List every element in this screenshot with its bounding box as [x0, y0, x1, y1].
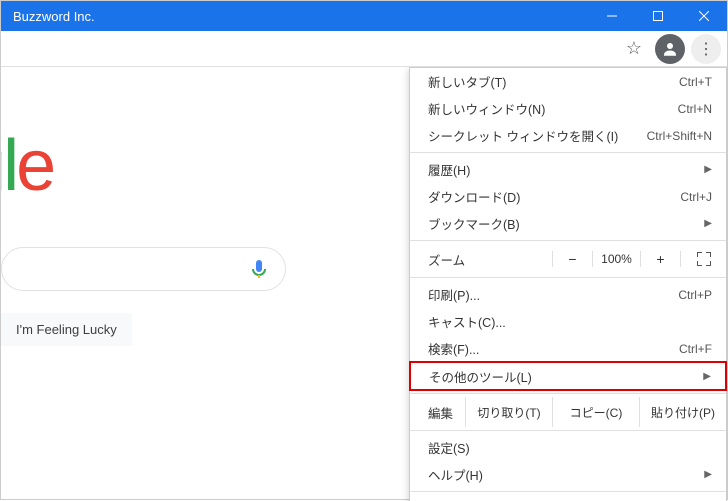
menu-item-bookmarks[interactable]: ブックマーク(B)▶: [410, 210, 726, 237]
menu-item-settings[interactable]: 設定(S): [410, 434, 726, 461]
menu-separator: [410, 240, 726, 241]
chevron-right-icon: ▶: [703, 371, 711, 382]
menu-item-incognito[interactable]: シークレット ウィンドウを開く(I)Ctrl+Shift+N: [410, 122, 726, 149]
menu-item-history[interactable]: 履歴(H)▶: [410, 156, 726, 183]
titlebar: Buzzword Inc.: [1, 1, 727, 31]
edit-paste-button[interactable]: 貼り付け(P): [639, 397, 726, 427]
menu-item-edit: 編集 切り取り(T) コピー(C) 貼り付け(P): [410, 397, 726, 427]
page-content: ogle I'm Feeling Lucky 新しいタブ(T)Ctrl+T 新し…: [1, 67, 727, 501]
zoom-value: 100%: [592, 251, 640, 267]
zoom-out-button[interactable]: −: [552, 251, 592, 267]
menu-item-zoom: ズーム − 100% +: [410, 244, 726, 274]
search-input[interactable]: [1, 247, 286, 291]
zoom-in-button[interactable]: +: [640, 251, 680, 267]
window-close-button[interactable]: [681, 1, 727, 31]
menu-item-help[interactable]: ヘルプ(H)▶: [410, 461, 726, 488]
chevron-right-icon: ▶: [704, 218, 712, 229]
edit-label: 編集: [410, 403, 465, 422]
menu-item-cast[interactable]: キャスト(C)...: [410, 308, 726, 335]
menu-item-new-tab[interactable]: 新しいタブ(T)Ctrl+T: [410, 68, 726, 95]
menu-item-downloads[interactable]: ダウンロード(D)Ctrl+J: [410, 183, 726, 210]
menu-separator: [410, 491, 726, 492]
chevron-right-icon: ▶: [704, 469, 712, 480]
zoom-label: ズーム: [410, 250, 552, 269]
menu-separator: [410, 277, 726, 278]
menu-item-exit[interactable]: 終了(X): [410, 495, 726, 501]
more-vertical-icon[interactable]: ⋮: [691, 34, 721, 64]
window-maximize-button[interactable]: [635, 1, 681, 31]
menu-item-print[interactable]: 印刷(P)...Ctrl+P: [410, 281, 726, 308]
profile-avatar-icon[interactable]: [655, 34, 685, 64]
edit-cut-button[interactable]: 切り取り(T): [465, 397, 552, 427]
chrome-main-menu: 新しいタブ(T)Ctrl+T 新しいウィンドウ(N)Ctrl+N シークレット …: [409, 67, 727, 501]
fullscreen-button[interactable]: [680, 251, 726, 267]
menu-separator: [410, 430, 726, 431]
fullscreen-icon: [697, 252, 711, 266]
menu-separator: [410, 393, 726, 394]
bookmark-star-icon[interactable]: ☆: [619, 34, 649, 64]
window-title: Buzzword Inc.: [13, 9, 589, 24]
feeling-lucky-button[interactable]: I'm Feeling Lucky: [1, 313, 132, 346]
menu-item-new-window[interactable]: 新しいウィンドウ(N)Ctrl+N: [410, 95, 726, 122]
chevron-right-icon: ▶: [704, 164, 712, 175]
window-minimize-button[interactable]: [589, 1, 635, 31]
menu-item-find[interactable]: 検索(F)...Ctrl+F: [410, 335, 726, 362]
menu-item-more-tools[interactable]: その他のツール(L)▶: [409, 361, 727, 391]
edit-copy-button[interactable]: コピー(C): [552, 397, 639, 427]
menu-separator: [410, 152, 726, 153]
google-logo: ogle: [1, 125, 53, 207]
microphone-icon[interactable]: [247, 257, 271, 281]
chrome-toolbar: ☆ ⋮: [1, 31, 727, 67]
